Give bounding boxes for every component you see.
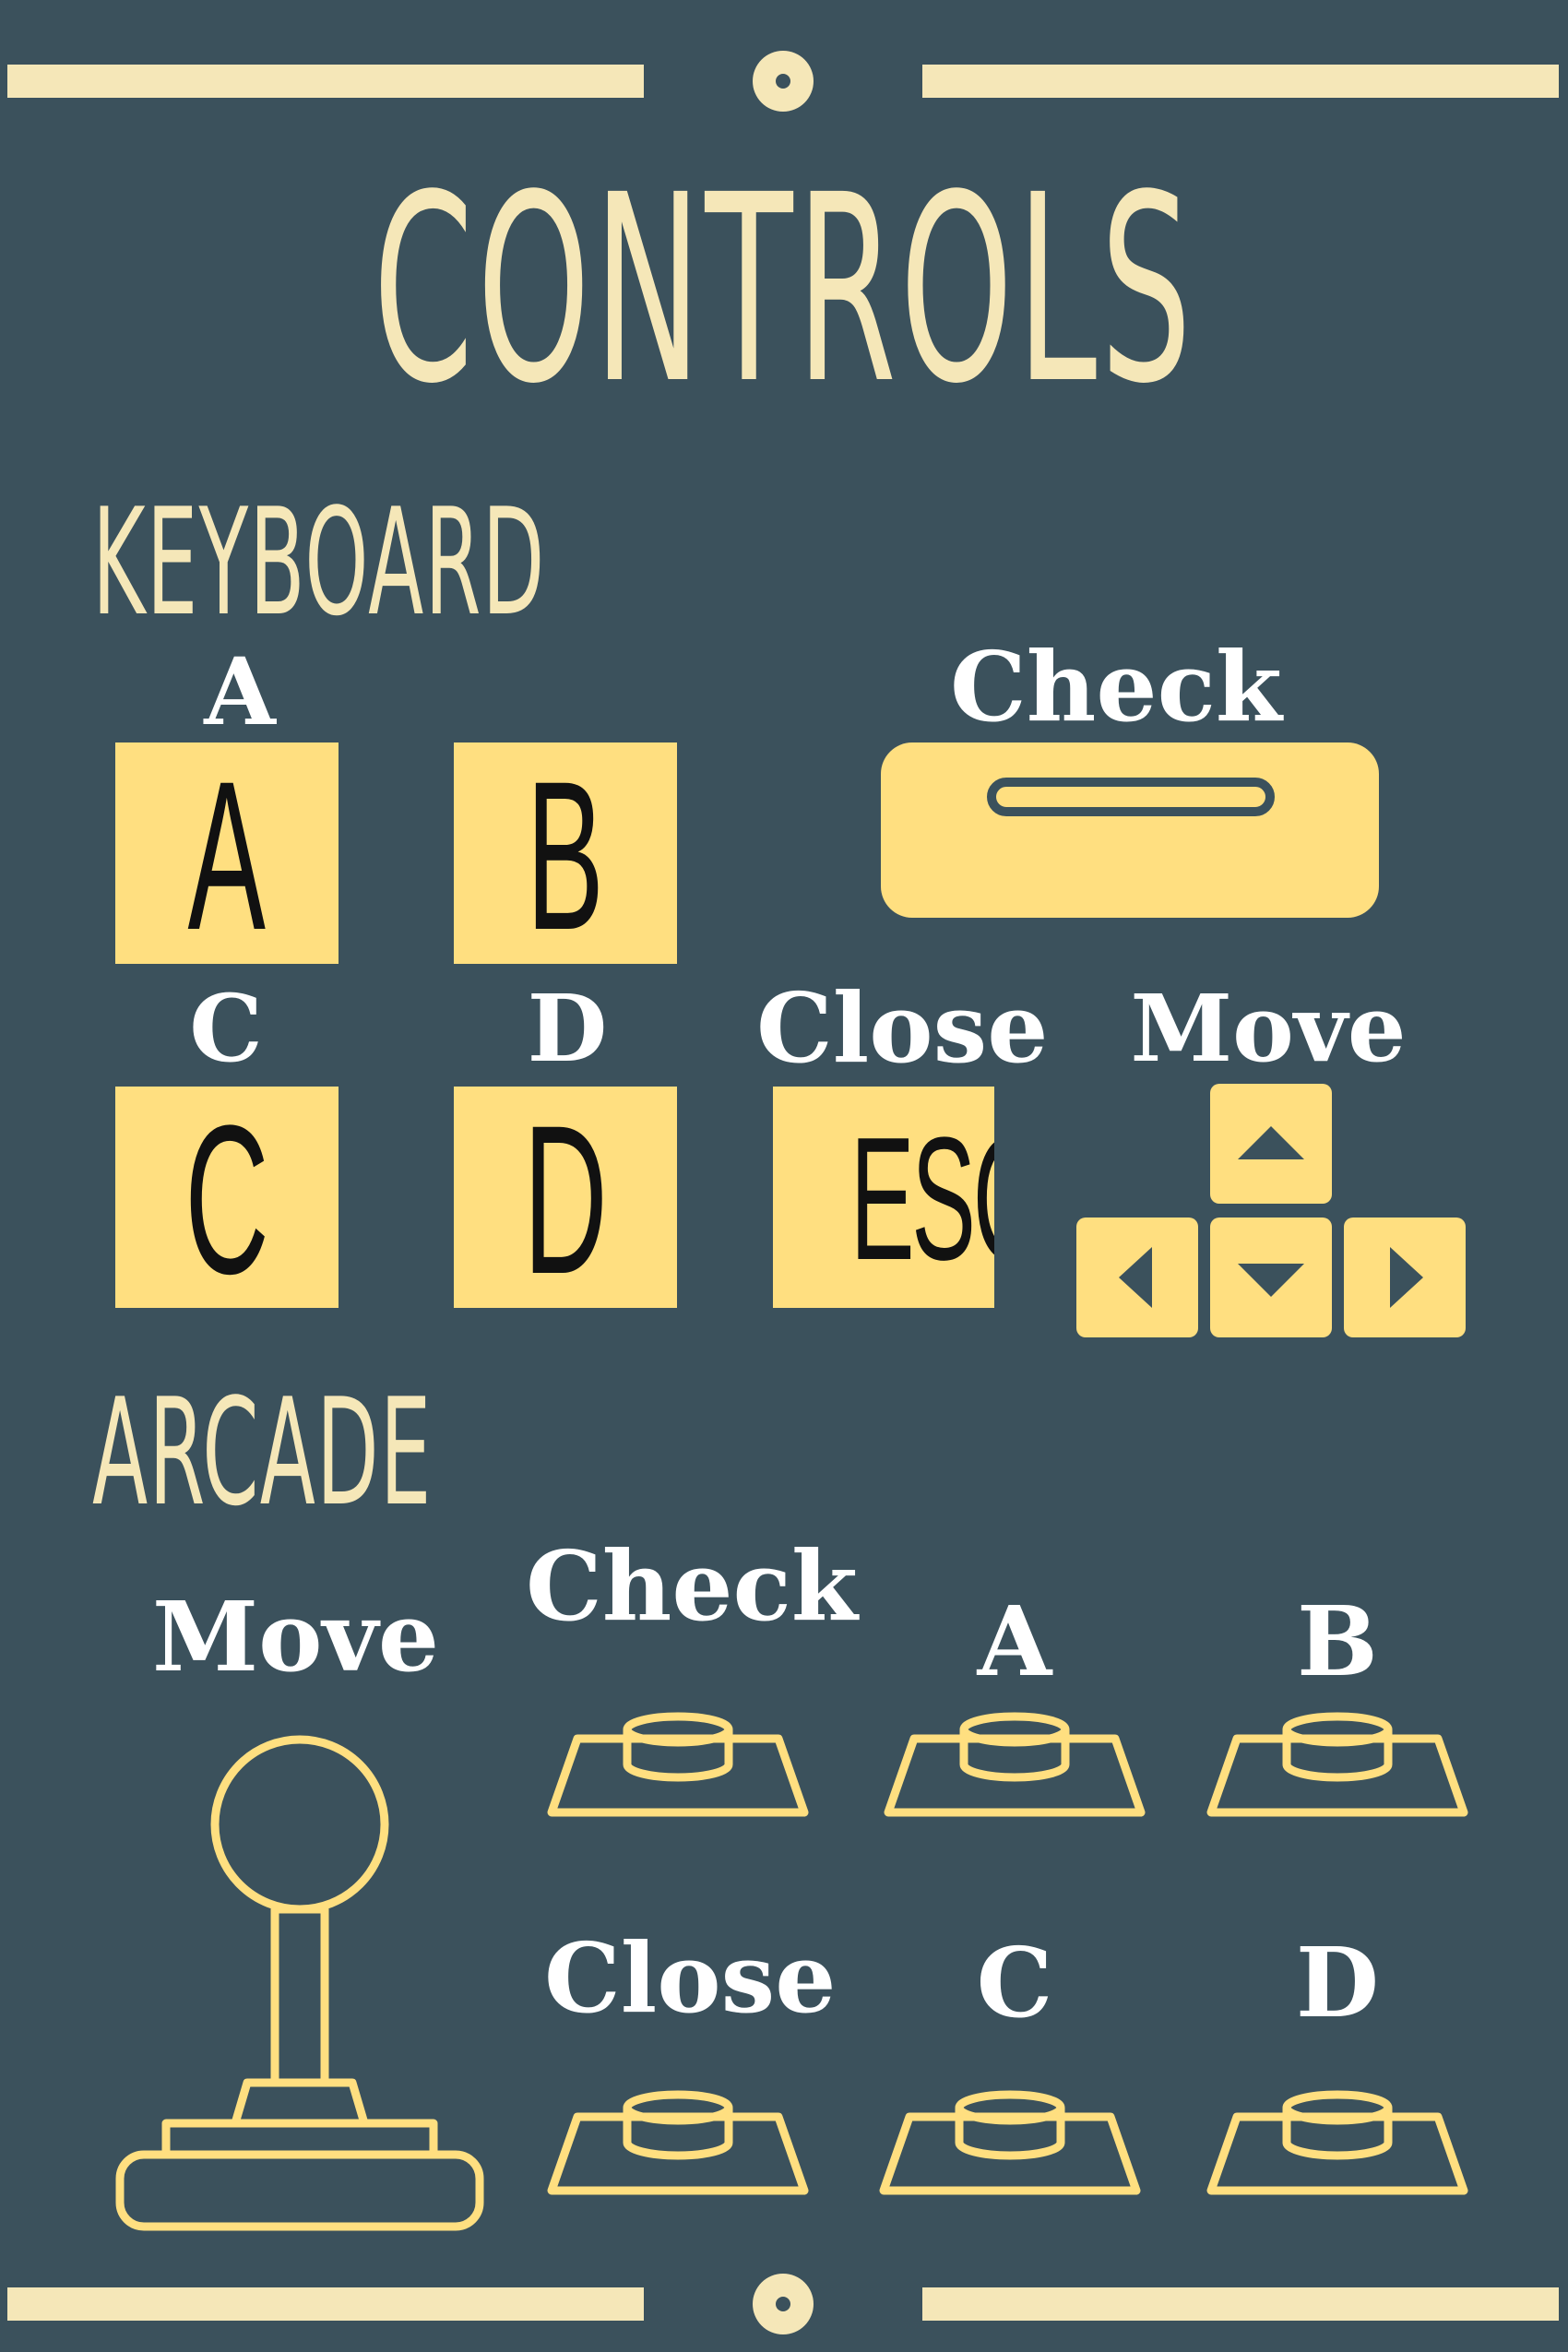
arrow-up-icon: [1238, 1126, 1304, 1159]
arrow-down-key[interactable]: [1210, 1218, 1332, 1337]
key-c[interactable]: C: [115, 1087, 339, 1308]
key-check-label: Check: [950, 630, 1282, 743]
joystick-icon: [115, 1735, 484, 2231]
arcade-a-label: A: [977, 1585, 1052, 1698]
page-title: CONTROLS: [373, 140, 1195, 441]
key-esc-glyph: ESC: [849, 1101, 994, 1297]
key-c-label: C: [189, 974, 263, 1083]
bottom-border-right: [922, 2287, 1559, 2321]
arcade-d-label: D: [1295, 1926, 1380, 2039]
key-b-glyph: B: [526, 742, 605, 964]
key-d-label: D: [527, 974, 608, 1083]
arrow-left-icon: [1119, 1247, 1152, 1308]
top-border-right: [922, 65, 1559, 98]
key-d[interactable]: D: [454, 1087, 677, 1308]
key-d-glyph: D: [523, 1087, 608, 1308]
top-border-left: [7, 65, 644, 98]
key-close-label: Close: [756, 971, 1049, 1085]
key-a-glyph: A: [187, 742, 267, 964]
arrow-right-key[interactable]: [1344, 1218, 1466, 1337]
arcade-b-label: B: [1297, 1585, 1378, 1698]
arcade-button-close[interactable]: [544, 2080, 812, 2200]
key-a[interactable]: A: [115, 742, 339, 964]
top-ornament-dot: [753, 51, 814, 112]
arcade-button-a[interactable]: [881, 1702, 1148, 1822]
key-move-label: Move: [1130, 974, 1407, 1083]
key-b[interactable]: B: [454, 742, 677, 964]
bottom-border-left: [7, 2287, 644, 2321]
arcade-close-label: Close: [544, 1921, 837, 2035]
arcade-check-label: Check: [526, 1529, 858, 1643]
section-arcade-heading: ARCADE: [92, 1366, 433, 1538]
arcade-move-label: Move: [152, 1580, 440, 1693]
arcade-button-c[interactable]: [876, 2080, 1144, 2200]
arcade-c-label: C: [976, 1926, 1053, 2039]
arrow-up-key[interactable]: [1210, 1084, 1332, 1204]
key-a-label: A: [204, 637, 276, 746]
key-c-glyph: C: [184, 1087, 269, 1308]
arrow-right-icon: [1390, 1247, 1423, 1308]
spacebar-icon: [987, 778, 1275, 816]
arcade-button-d[interactable]: [1204, 2080, 1471, 2200]
arrow-left-key[interactable]: [1076, 1218, 1198, 1337]
arrow-down-icon: [1238, 1264, 1304, 1297]
section-keyboard-heading: KEYBOARD: [92, 476, 546, 648]
arcade-button-b[interactable]: [1204, 1702, 1471, 1822]
bottom-ornament-dot: [753, 2274, 814, 2334]
spacebar-key[interactable]: [881, 742, 1379, 918]
key-esc[interactable]: ESC: [773, 1087, 994, 1308]
arcade-button-check[interactable]: [544, 1702, 812, 1822]
